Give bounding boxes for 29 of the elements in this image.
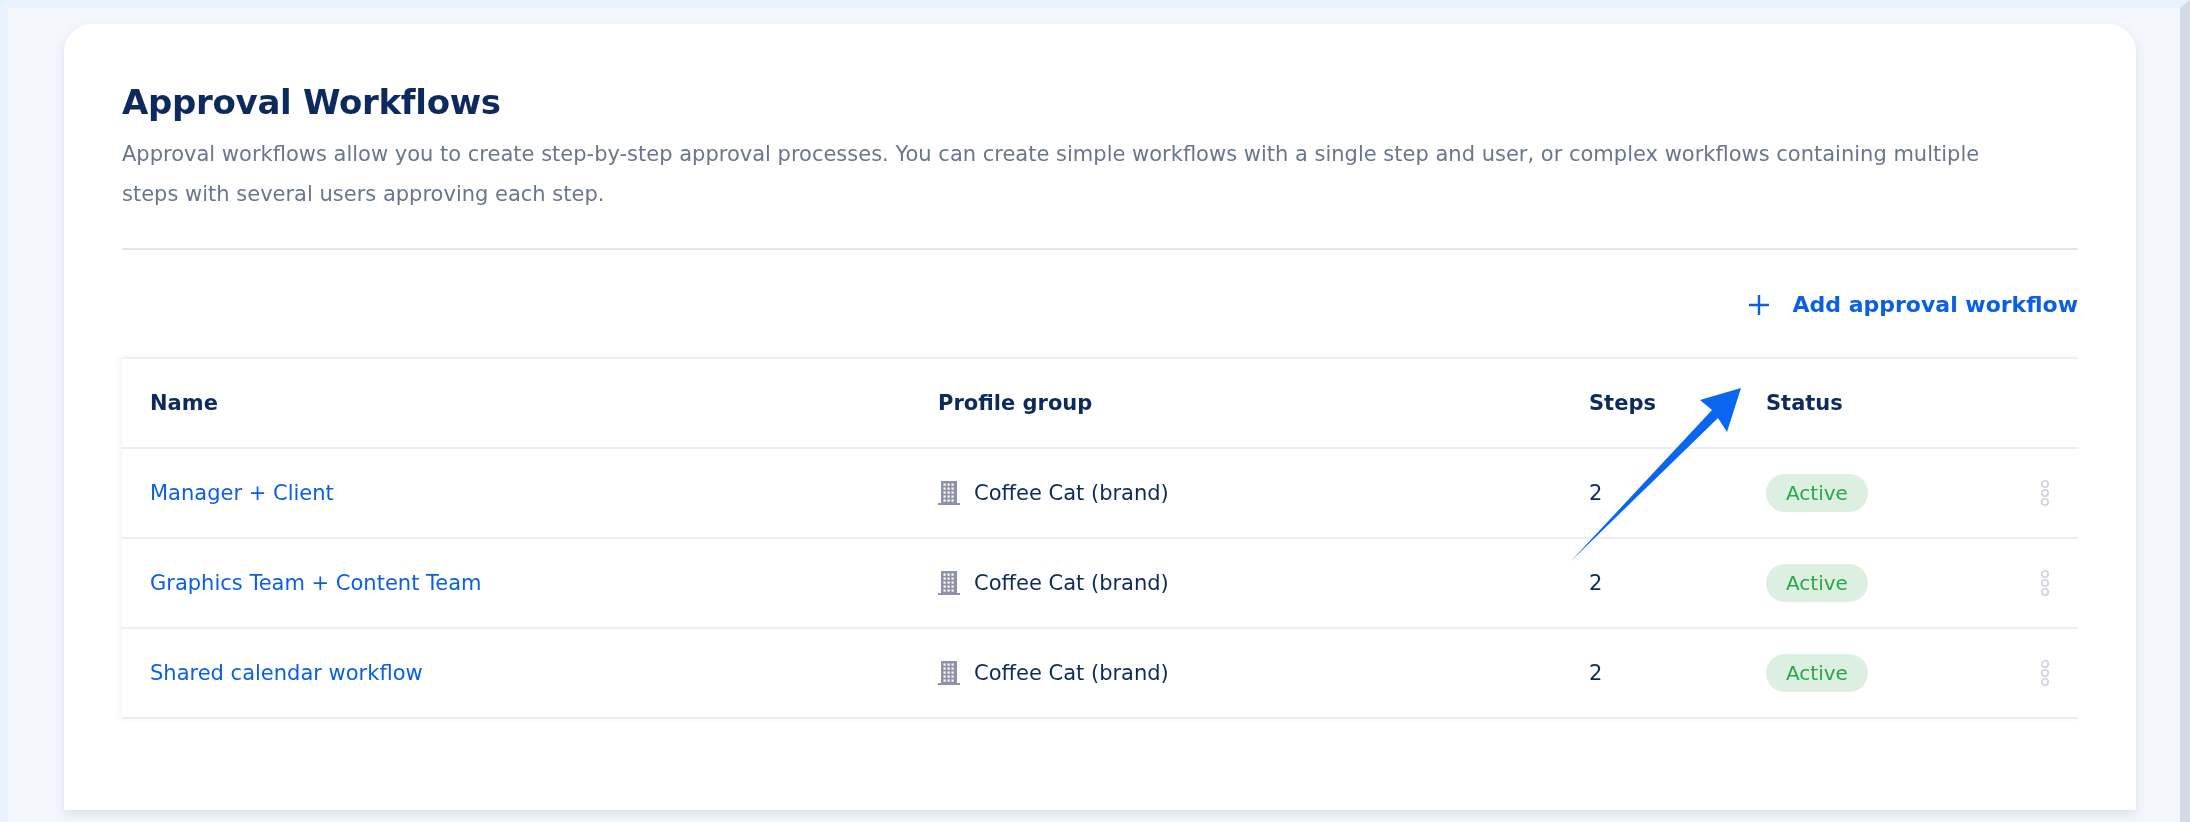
status-badge: Active — [1766, 564, 1868, 602]
page-description: Approval workflows allow you to create step-by-step approval processes. You can create simple workflows with a single step and user, or complex workflows containing multiple steps with several users approving each step. — [122, 141, 1981, 208]
workflow-link[interactable]: Manager + Client — [150, 481, 334, 505]
add-workflow-button[interactable]: Add approval workflow — [1748, 292, 2078, 317]
page-title: Approval Workflows — [122, 82, 502, 122]
workflow-link[interactable]: Shared calendar workflow — [150, 661, 423, 685]
more-options-button[interactable] — [2038, 659, 2052, 687]
steps-count: 2 — [1589, 481, 1604, 505]
profile-group: Coffee Cat (brand) — [974, 481, 1169, 505]
more-options-button[interactable] — [2038, 479, 2052, 507]
plus-icon — [1748, 293, 1771, 316]
kebab-icon — [2038, 479, 2052, 507]
status-badge: Active — [1766, 474, 1868, 512]
building-icon — [938, 480, 960, 506]
more-options-button[interactable] — [2038, 569, 2052, 597]
profile-group: Coffee Cat (brand) — [974, 661, 1169, 685]
steps-count: 2 — [1589, 571, 1604, 595]
building-icon — [938, 570, 960, 596]
kebab-icon — [2038, 659, 2052, 687]
column-header: Name — [150, 391, 219, 415]
status-badge: Active — [1766, 654, 1868, 692]
workflow-link[interactable]: Graphics Team + Content Team — [150, 571, 482, 595]
profile-group: Coffee Cat (brand) — [974, 571, 1169, 595]
building-icon — [938, 660, 960, 686]
column-header: Status — [1766, 391, 1844, 415]
column-header: Profile group — [938, 391, 1094, 415]
steps-count: 2 — [1589, 661, 1604, 685]
column-header: Steps — [1589, 391, 1657, 415]
kebab-icon — [2038, 569, 2052, 597]
